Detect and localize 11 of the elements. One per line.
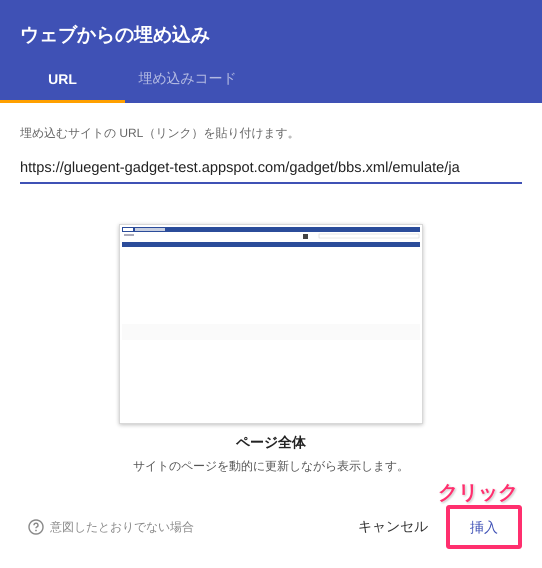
- preview-title: ページ全体: [236, 434, 306, 452]
- dialog-button[interactable]: 挿入: [446, 505, 522, 549]
- tab[interactable]: URL: [0, 58, 125, 103]
- help-link[interactable]: 意図したとおりでない場合: [20, 518, 194, 536]
- help-icon: [28, 519, 44, 535]
- field-label: 埋め込むサイトの URL（リンク）を貼り付けます。: [20, 125, 300, 142]
- preview-description: サイトのページを動的に更新しながら表示します。: [133, 458, 409, 475]
- dialog-button[interactable]: キャンセル: [350, 508, 436, 546]
- dialog-title: ウェブからの埋め込み: [19, 24, 211, 48]
- tab[interactable]: 埋め込みコード: [125, 58, 250, 103]
- annotation-text: クリック: [438, 481, 518, 505]
